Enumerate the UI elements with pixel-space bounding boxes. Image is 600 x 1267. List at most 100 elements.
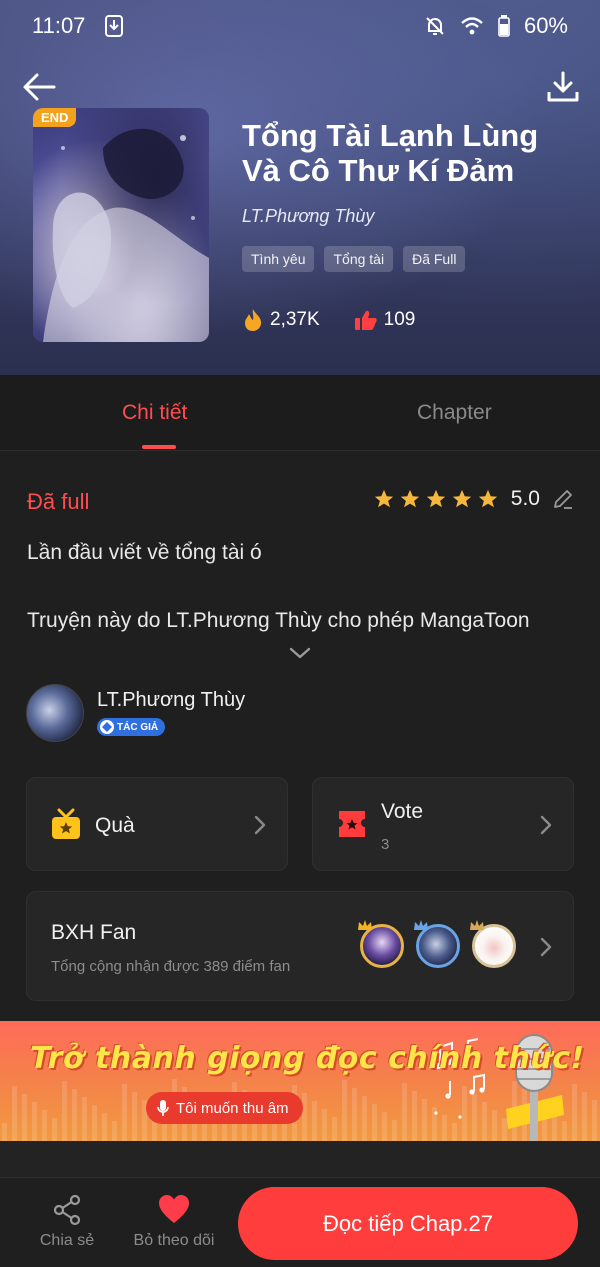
tag-romance[interactable]: Tình yêu — [242, 246, 315, 272]
rating[interactable]: 5.0 — [373, 487, 574, 511]
equalizer-bar — [102, 1113, 107, 1141]
equalizer-bar — [452, 1123, 457, 1141]
wifi-icon — [461, 17, 483, 35]
book-title: Tổng Tài Lạnh Lùng Và Cô Thư Kí Đảm — [242, 118, 539, 188]
completion-status: Đã full — [27, 489, 90, 514]
description-line-2: Truyện này do LT.Phương Thùy cho phép Ma… — [27, 609, 530, 632]
gift-icon — [52, 808, 80, 839]
book-author[interactable]: LT.Phương Thùy — [242, 206, 374, 227]
unfollow-button[interactable]: Bỏ theo dõi — [130, 1178, 218, 1250]
record-button[interactable]: Tôi muốn thu âm — [146, 1092, 303, 1124]
badge-diamond-icon — [100, 720, 114, 734]
equalizer-bar — [302, 1093, 307, 1141]
equalizer-bar — [422, 1099, 427, 1141]
equalizer-bar — [372, 1104, 377, 1141]
tag-ceo[interactable]: Tổng tài — [324, 246, 394, 272]
ticket-icon — [339, 811, 365, 837]
equalizer-bar — [572, 1084, 577, 1141]
star-icon — [400, 489, 419, 508]
equalizer-bar — [132, 1092, 137, 1141]
views-count: 2,37K — [270, 309, 320, 330]
fan-avatar — [414, 920, 460, 968]
tab-chapter[interactable]: Chapter — [417, 401, 492, 425]
fan-ranking-card[interactable]: BXH Fan Tổng cộng nhận được 389 điểm fan — [26, 891, 574, 1001]
bottom-action-bar: Chia sẻ Bỏ theo dõi Đọc tiếp Chap.27 — [0, 1177, 600, 1267]
record-button-label: Tôi muốn thu âm — [176, 1099, 289, 1117]
book-cover[interactable]: END — [33, 108, 209, 342]
share-button[interactable]: Chia sẻ — [36, 1178, 98, 1250]
author-badge-label: TÁC GIẢ — [117, 721, 159, 733]
author-badge: TÁC GIẢ — [97, 718, 166, 736]
star-icon — [452, 489, 471, 508]
equalizer-bar — [402, 1083, 407, 1141]
equalizer-bar — [282, 1122, 287, 1141]
fan-avatar — [358, 920, 404, 968]
tag-completed[interactable]: Đã Full — [403, 246, 466, 272]
banner-title: Trở thành giọng đọc chính thức! — [30, 1041, 585, 1076]
equalizer-bar — [582, 1092, 587, 1141]
tab-bar: Chi tiết Chapter — [0, 375, 600, 451]
equalizer-bar — [352, 1088, 357, 1141]
gift-label: Quà — [95, 814, 135, 837]
mic-small-icon — [157, 1100, 169, 1116]
active-tab-indicator — [142, 445, 176, 449]
equalizer-bar — [342, 1080, 347, 1141]
book-header: 11:07 60% END Tổng Tài Lạnh Lùng Và Cô T… — [0, 0, 600, 375]
vote-card[interactable]: Vote 3 — [312, 777, 574, 871]
cover-art — [43, 128, 209, 342]
author-profile[interactable]: LT.Phương Thùy TÁC GIẢ — [26, 684, 245, 742]
heart-icon — [159, 1195, 189, 1223]
gift-card[interactable]: Quà — [26, 777, 288, 871]
back-arrow-icon[interactable] — [20, 68, 58, 106]
tab-detail[interactable]: Chi tiết — [122, 401, 187, 425]
equalizer-bar — [412, 1091, 417, 1141]
top-fan-avatars — [358, 920, 516, 968]
unfollow-label: Bỏ theo dõi — [133, 1232, 215, 1249]
fan-avatar — [470, 920, 516, 968]
likes-count: 109 — [383, 309, 416, 330]
equalizer-bar — [72, 1089, 77, 1141]
genre-tags: Tình yêu Tổng tài Đã Full — [242, 246, 466, 272]
book-stats: 2,37K 109 — [242, 308, 415, 332]
chevron-right-icon — [540, 937, 552, 957]
equalizer-bar — [492, 1110, 497, 1141]
end-badge: END — [33, 108, 77, 127]
status-bar: 11:07 60% — [0, 0, 600, 52]
vote-count: 3 — [381, 836, 390, 853]
equalizer-bar — [592, 1100, 597, 1141]
fan-ranking-subtitle: Tổng cộng nhận được 389 điểm fan — [51, 958, 291, 975]
equalizer-bar — [92, 1105, 97, 1141]
equalizer-bar — [362, 1096, 367, 1141]
equalizer-bar — [322, 1109, 327, 1141]
equalizer-bar — [2, 1123, 7, 1141]
equalizer-bar — [62, 1081, 67, 1141]
chevron-right-icon — [254, 815, 266, 835]
download-notification-icon — [105, 15, 124, 37]
voice-actor-banner[interactable]: Trở thành giọng đọc chính thức! Tôi muốn… — [0, 1021, 600, 1141]
download-icon[interactable] — [546, 70, 580, 104]
equalizer-bar — [82, 1097, 87, 1141]
equalizer-bar — [122, 1084, 127, 1141]
bell-off-icon — [426, 17, 444, 35]
star-icon — [478, 489, 497, 508]
section-divider — [0, 1141, 600, 1177]
rating-value: 5.0 — [510, 487, 540, 510]
battery-percent: 60% — [523, 13, 568, 38]
chevron-down-icon[interactable] — [288, 645, 312, 661]
views-stat: 2,37K — [242, 308, 320, 332]
crown-icon — [358, 920, 372, 930]
crown-icon — [414, 920, 428, 930]
fan-ranking-title: BXH Fan — [51, 921, 137, 944]
equalizer-bar — [382, 1112, 387, 1141]
equalizer-bar — [42, 1110, 47, 1141]
equalizer-bar — [392, 1120, 397, 1141]
description-line-1: Lần đầu viết về tổng tài ó — [27, 541, 262, 564]
continue-reading-button[interactable]: Đọc tiếp Chap.27 — [238, 1187, 578, 1260]
equalizer-bar — [12, 1086, 17, 1141]
crown-icon — [470, 920, 484, 930]
share-label: Chia sẻ — [39, 1232, 95, 1249]
thumbs-up-icon — [354, 310, 377, 330]
edit-pencil-icon[interactable] — [552, 488, 574, 510]
equalizer-bar — [52, 1118, 57, 1141]
battery-icon — [498, 15, 510, 37]
